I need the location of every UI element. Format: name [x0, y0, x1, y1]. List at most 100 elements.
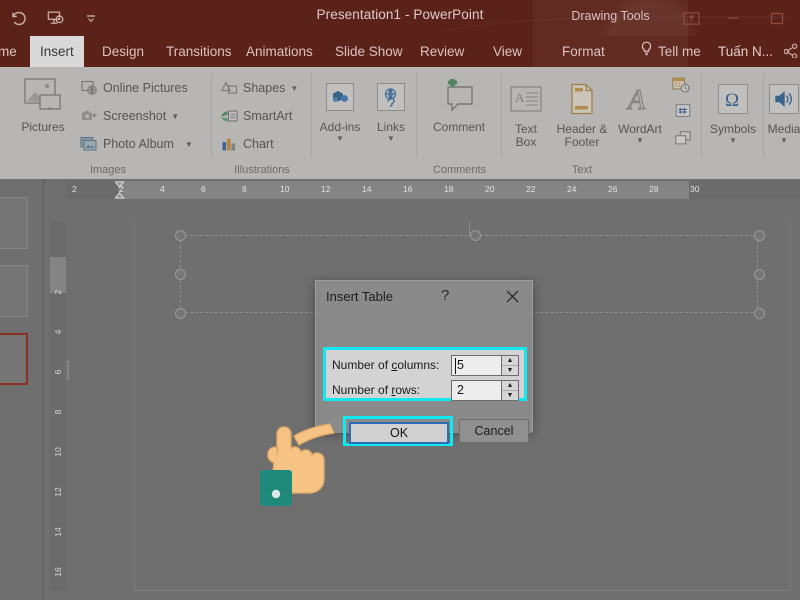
slide-thumbnail-3[interactable]	[0, 333, 28, 385]
slide-number-button[interactable]	[674, 102, 692, 120]
horizontal-ruler[interactable]: 2 2 4 6 8 10 12 14 16 18 20 22 24 26 28 …	[66, 181, 800, 199]
resize-handle-middle-left[interactable]	[175, 269, 186, 280]
hruler-tick: 2	[72, 184, 77, 194]
columns-value[interactable]: 5	[452, 358, 501, 372]
resize-handle-top-left[interactable]	[175, 230, 186, 241]
photo-album-button[interactable]: Photo Album ▼	[80, 135, 193, 153]
hruler-tick: 18	[444, 184, 453, 194]
links-button[interactable]: Links ▼	[368, 75, 414, 143]
wordart-button[interactable]: A WordArt ▼	[614, 77, 666, 145]
chevron-down-icon[interactable]: ▼	[636, 136, 644, 145]
pictures-button[interactable]: Pictures	[12, 75, 74, 134]
ribbon-group-media: Media ▼	[764, 67, 800, 179]
tell-me-box[interactable]: Tell me	[640, 36, 701, 67]
svg-text:A: A	[626, 85, 646, 115]
maximize-icon[interactable]	[754, 0, 800, 36]
tab-view[interactable]: View	[483, 36, 532, 67]
ribbon-display-options-icon[interactable]	[670, 0, 712, 36]
slide-thumbnail-2[interactable]	[0, 265, 28, 317]
user-account-name[interactable]: Tuấn N...	[718, 36, 773, 67]
indent-marker[interactable]	[114, 181, 124, 199]
symbols-button[interactable]: Ω Symbols ▼	[702, 77, 764, 145]
smartart-label: SmartArt	[243, 109, 292, 123]
resize-handle-bottom-left[interactable]	[175, 308, 186, 319]
ribbon-group-addins-links: Add-ins ▼ Links ▼	[312, 67, 417, 179]
columns-spin-arrows[interactable]: ▲ ▼	[501, 356, 518, 375]
rows-stepper[interactable]: 2 ▲ ▼	[451, 380, 519, 401]
cancel-button[interactable]: Cancel	[459, 419, 529, 443]
ruler-dim-right	[689, 181, 800, 199]
object-button[interactable]	[674, 129, 692, 147]
ribbon-tab-strip[interactable]: me Insert Design Transitions Animations …	[0, 36, 800, 67]
date-time-icon	[672, 75, 690, 93]
hruler-tick: 24	[567, 184, 576, 194]
text-box-button[interactable]: A Text Box	[504, 77, 548, 149]
chevron-down-icon[interactable]: ▼	[387, 134, 395, 143]
online-pictures-button[interactable]: Online Pictures	[80, 79, 188, 97]
media-button[interactable]: Media ▼	[760, 77, 800, 145]
smartart-icon	[220, 107, 238, 125]
columns-stepper[interactable]: 5 ▲ ▼	[451, 355, 519, 376]
smartart-button[interactable]: SmartArt	[220, 107, 292, 125]
resize-handle-top-center[interactable]	[470, 230, 481, 241]
slide-thumbnail-1[interactable]	[0, 197, 28, 249]
tab-animations[interactable]: Animations	[236, 36, 323, 67]
date-time-button[interactable]	[672, 75, 690, 93]
resize-handle-middle-right[interactable]	[754, 269, 765, 280]
spin-up-icon[interactable]: ▲	[502, 356, 518, 366]
rows-label: Number of rows:	[332, 383, 420, 397]
rows-field-row: Number of rows: 2 ▲ ▼	[326, 379, 524, 401]
close-icon[interactable]	[502, 286, 522, 306]
online-pictures-icon	[80, 79, 98, 97]
screenshot-label: Screenshot	[103, 109, 166, 123]
shapes-button[interactable]: Shapes ▼	[220, 79, 298, 97]
addins-label: Add-ins	[320, 121, 361, 134]
resize-handle-top-right[interactable]	[754, 230, 765, 241]
rows-value[interactable]: 2	[452, 383, 501, 397]
ok-button[interactable]: OK	[349, 422, 449, 444]
help-icon[interactable]: ?	[441, 287, 449, 304]
window-controls[interactable]	[670, 0, 800, 36]
hruler-tick: 10	[280, 184, 289, 194]
chevron-down-icon[interactable]: ▼	[780, 136, 788, 145]
columns-label: Number of columns:	[332, 358, 439, 372]
header-footer-icon	[568, 77, 596, 121]
chevron-down-icon[interactable]: ▼	[729, 136, 737, 145]
comment-button[interactable]: Comment	[423, 75, 495, 134]
tab-review[interactable]: Review	[410, 36, 474, 67]
spin-down-icon[interactable]: ▼	[502, 366, 518, 375]
ribbon-group-symbols: Ω Symbols ▼	[702, 67, 764, 179]
tab-home[interactable]: me	[0, 36, 27, 67]
hruler-tick: 8	[242, 184, 247, 194]
group-label-illustrations: Illustrations	[212, 164, 312, 176]
tab-format[interactable]: Format	[552, 36, 615, 67]
tab-insert[interactable]: Insert	[30, 36, 84, 67]
addins-button[interactable]: Add-ins ▼	[316, 75, 364, 143]
chevron-down-icon[interactable]: ▼	[171, 112, 179, 121]
photo-album-label: Photo Album	[103, 137, 174, 151]
chevron-down-icon[interactable]: ▼	[290, 84, 298, 93]
tab-design[interactable]: Design	[92, 36, 154, 67]
text-box-label: Text Box	[504, 123, 548, 149]
chart-button[interactable]: Chart	[220, 135, 274, 153]
photo-album-icon	[80, 135, 98, 153]
spin-down-icon[interactable]: ▼	[502, 391, 518, 400]
chart-icon	[220, 135, 238, 153]
columns-field-row: Number of columns: 5 ▲ ▼	[326, 354, 524, 376]
fields-highlight-box: Number of columns: 5 ▲ ▼ Number of rows:…	[323, 347, 527, 401]
rows-spin-arrows[interactable]: ▲ ▼	[501, 381, 518, 400]
resize-handle-bottom-right[interactable]	[754, 308, 765, 319]
hruler-tick: 30	[690, 184, 699, 194]
header-footer-button[interactable]: Header & Footer	[552, 77, 612, 149]
ribbon-group-illustrations: Shapes ▼ SmartArt C	[212, 67, 312, 179]
spin-up-icon[interactable]: ▲	[502, 381, 518, 391]
tab-transitions[interactable]: Transitions	[156, 36, 242, 67]
screenshot-button[interactable]: Screenshot ▼	[80, 107, 179, 125]
slides-thumbnail-pane[interactable]	[0, 179, 44, 600]
minimize-icon[interactable]	[712, 0, 754, 36]
vertical-ruler[interactable]: 2 4 6 8 10 12 14 16	[50, 221, 66, 591]
chevron-down-icon[interactable]: ▼	[185, 140, 193, 149]
share-icon[interactable]	[784, 42, 798, 63]
chevron-down-icon[interactable]: ▼	[336, 134, 344, 143]
tab-slide-show[interactable]: Slide Show	[325, 36, 413, 67]
